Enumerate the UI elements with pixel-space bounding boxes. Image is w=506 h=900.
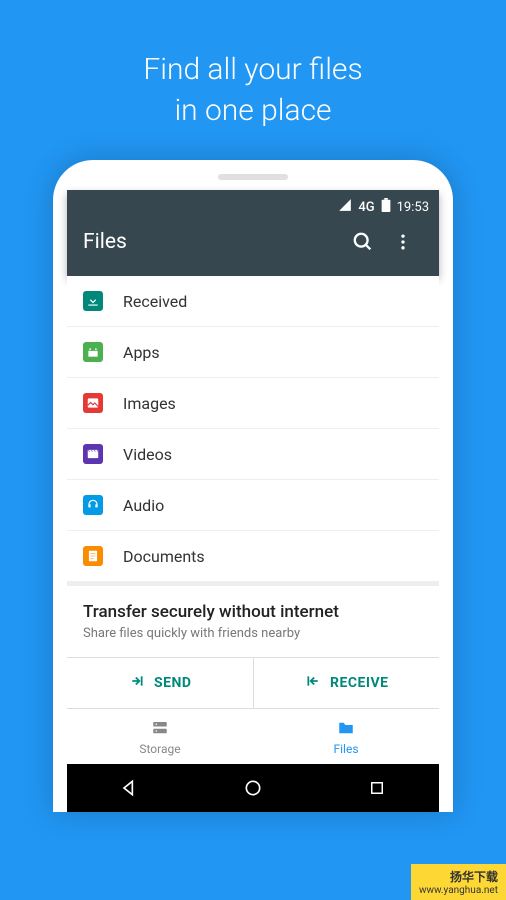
send-icon <box>128 674 146 692</box>
watermark-line1: 扬华下载 <box>450 868 498 885</box>
category-label: Apps <box>123 343 160 362</box>
recents-button[interactable] <box>347 779 407 797</box>
home-button[interactable] <box>223 778 283 798</box>
images-icon <box>83 393 103 413</box>
tab-files-label: Files <box>333 742 358 756</box>
category-audio[interactable]: Audio <box>67 480 439 531</box>
receive-icon <box>304 674 322 692</box>
promo-line2: in one place <box>0 91 506 132</box>
app-bar: Files <box>77 216 429 268</box>
more-button[interactable] <box>383 232 423 252</box>
app-header: 4G 19:53 Files <box>67 190 439 276</box>
send-button[interactable]: SEND <box>67 658 254 708</box>
category-documents[interactable]: Documents <box>67 531 439 582</box>
tab-files[interactable]: Files <box>253 709 439 764</box>
storage-icon <box>149 719 171 740</box>
bottom-tabs: Storage Files <box>67 708 439 764</box>
apps-icon <box>83 342 103 362</box>
category-label: Audio <box>123 496 164 515</box>
phone-notch <box>218 174 288 180</box>
time-label: 19:53 <box>397 200 429 215</box>
back-button[interactable] <box>99 778 159 798</box>
category-label: Received <box>123 292 187 311</box>
tab-storage[interactable]: Storage <box>67 709 253 764</box>
receive-button[interactable]: RECEIVE <box>254 658 440 708</box>
receive-label: RECEIVE <box>330 675 389 691</box>
transfer-title: Transfer securely without internet <box>83 602 423 622</box>
transfer-card: Transfer securely without internet Share… <box>67 582 439 657</box>
android-nav-bar <box>67 764 439 812</box>
tab-storage-label: Storage <box>139 742 180 756</box>
audio-icon <box>83 495 103 515</box>
search-button[interactable] <box>343 231 383 253</box>
transfer-subtitle: Share files quickly with friends nearby <box>83 626 423 641</box>
screen: 4G 19:53 Files Received Apps <box>67 190 439 764</box>
battery-icon <box>381 198 391 216</box>
phone-frame: 4G 19:53 Files Received Apps <box>53 160 453 812</box>
received-icon <box>83 291 103 311</box>
category-label: Documents <box>123 547 205 566</box>
promo-text: Find all your files in one place <box>0 0 506 131</box>
network-label: 4G <box>358 200 374 215</box>
category-apps[interactable]: Apps <box>67 327 439 378</box>
folder-icon <box>335 719 357 740</box>
status-bar: 4G 19:53 <box>77 198 429 216</box>
page-title: Files <box>83 230 343 254</box>
category-label: Images <box>123 394 176 413</box>
videos-icon <box>83 444 103 464</box>
documents-icon <box>83 546 103 566</box>
category-images[interactable]: Images <box>67 378 439 429</box>
promo-line1: Find all your files <box>0 50 506 91</box>
watermark-line2: www.yanghua.net <box>419 885 498 896</box>
signal-icon <box>338 198 352 216</box>
category-label: Videos <box>123 445 172 464</box>
category-videos[interactable]: Videos <box>67 429 439 480</box>
transfer-buttons: SEND RECEIVE <box>67 657 439 708</box>
watermark: 扬华下载 www.yanghua.net <box>411 864 506 900</box>
send-label: SEND <box>154 675 191 691</box>
category-list: Received Apps Images Videos Audio Docume… <box>67 276 439 582</box>
category-received[interactable]: Received <box>67 276 439 327</box>
